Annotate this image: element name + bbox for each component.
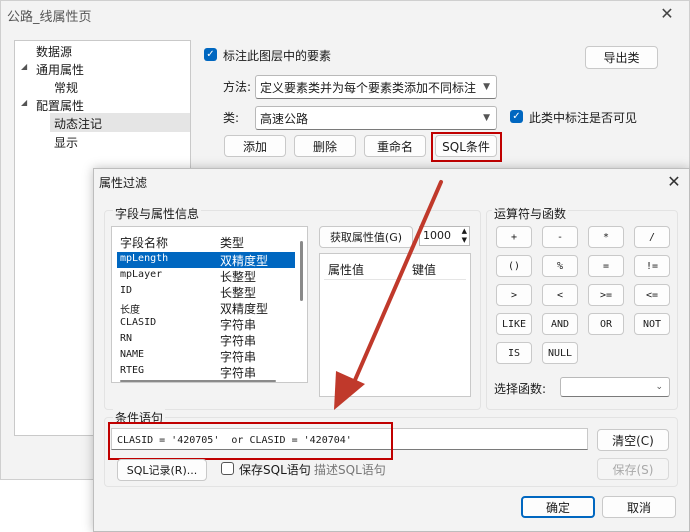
arrow-shaft bbox=[353, 180, 443, 382]
annotation-arrow bbox=[334, 180, 443, 410]
arrow-head bbox=[334, 371, 365, 410]
